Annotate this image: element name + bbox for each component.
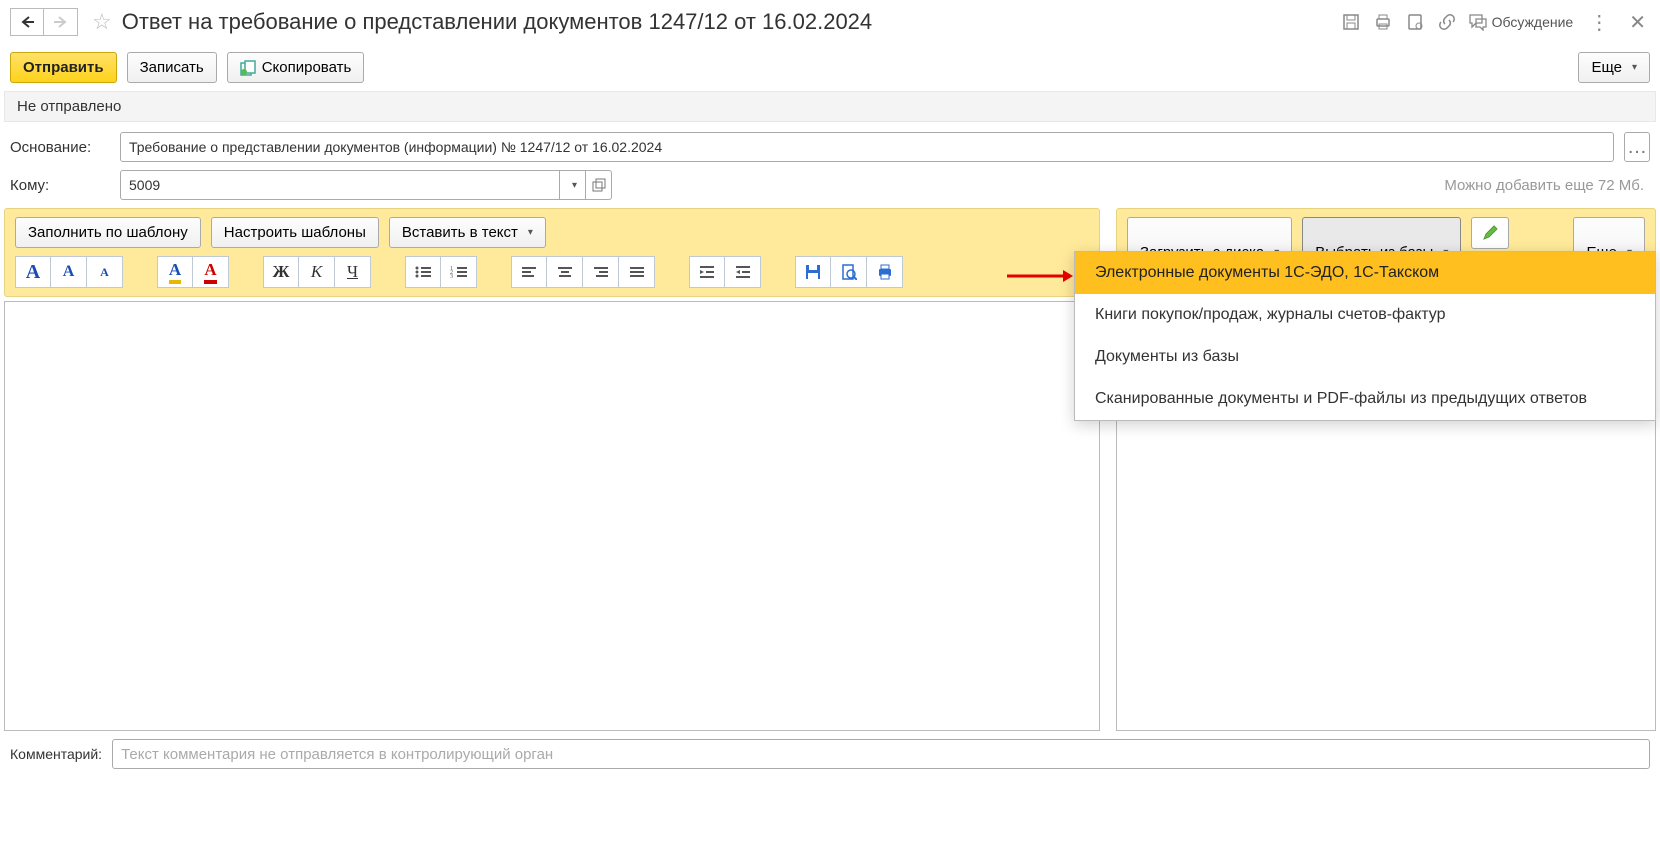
- dropdown-item-docs[interactable]: Документы из базы: [1075, 336, 1655, 378]
- to-value: 5009: [129, 177, 160, 193]
- attach-hint: Можно добавить еще 72 Мб.: [1444, 177, 1650, 194]
- font-small-button[interactable]: A: [87, 256, 123, 288]
- copy-label: Скопировать: [262, 59, 352, 76]
- indent-increase-button[interactable]: [689, 256, 725, 288]
- more-label: Еще: [1591, 59, 1622, 76]
- status-bar: Не отправлено: [4, 91, 1656, 122]
- indent-increase-icon: [699, 265, 715, 279]
- favorite-icon[interactable]: ☆: [92, 9, 112, 35]
- discussion-button[interactable]: Обсуждение: [1468, 13, 1574, 31]
- bullet-list-button[interactable]: [405, 256, 441, 288]
- text-editor[interactable]: [4, 301, 1100, 731]
- printer-icon: [877, 264, 893, 280]
- send-button[interactable]: Отправить: [10, 52, 117, 83]
- number-list-button[interactable]: 123: [441, 256, 477, 288]
- font-medium-button[interactable]: A: [51, 256, 87, 288]
- save-button[interactable]: Записать: [127, 52, 217, 83]
- basis-ellipsis-button[interactable]: …: [1624, 132, 1650, 162]
- basis-input[interactable]: Требование о представлении документов (и…: [120, 132, 1614, 162]
- editor-preview-button[interactable]: [831, 256, 867, 288]
- align-center-icon: [557, 266, 573, 278]
- copy-button[interactable]: Скопировать: [227, 52, 365, 83]
- dropdown-item-edo[interactable]: Электронные документы 1С-ЭДО, 1С-Такском: [1075, 252, 1655, 294]
- back-button[interactable]: [10, 8, 44, 36]
- bullet-list-icon: [414, 265, 432, 279]
- italic-button[interactable]: К: [299, 256, 335, 288]
- to-label: Кому:: [10, 177, 110, 194]
- comment-input[interactable]: [112, 739, 1650, 769]
- underline-button[interactable]: Ч: [335, 256, 371, 288]
- chat-icon: [1468, 13, 1488, 31]
- link-icon[interactable]: [1436, 11, 1458, 33]
- align-center-button[interactable]: [547, 256, 583, 288]
- page-title: Ответ на требование о представлении доку…: [122, 9, 1340, 35]
- kebab-menu[interactable]: ⋮: [1583, 10, 1615, 35]
- print-icon[interactable]: [1372, 11, 1394, 33]
- editor-print-button[interactable]: [867, 256, 903, 288]
- editor-save-button[interactable]: [795, 256, 831, 288]
- configure-templates-button[interactable]: Настроить шаблоны: [211, 217, 379, 248]
- indent-decrease-icon: [735, 265, 751, 279]
- insert-text-button[interactable]: Вставить в текст ▾: [389, 217, 546, 248]
- to-open-button[interactable]: [586, 170, 612, 200]
- align-justify-icon: [629, 266, 645, 278]
- forward-button[interactable]: [44, 8, 78, 36]
- caret-down-icon: ▾: [1632, 62, 1637, 73]
- to-dropdown-button[interactable]: ▾: [560, 170, 586, 200]
- fill-template-button[interactable]: Заполнить по шаблону: [15, 217, 201, 248]
- arrow-left-icon: [19, 15, 35, 29]
- copy-icon: [240, 60, 256, 76]
- more-button-top[interactable]: Еще ▾: [1578, 52, 1650, 83]
- select-from-base-dropdown: Электронные документы 1С-ЭДО, 1С-Такском…: [1074, 251, 1656, 421]
- magnifier-page-icon: [841, 264, 857, 280]
- caret-down-icon: ▾: [572, 180, 577, 191]
- align-right-button[interactable]: [583, 256, 619, 288]
- comment-label: Комментарий:: [10, 746, 102, 762]
- indent-decrease-button[interactable]: [725, 256, 761, 288]
- close-button[interactable]: ✕: [1625, 10, 1650, 35]
- insert-text-label: Вставить в текст: [402, 224, 518, 241]
- caret-down-icon: ▾: [528, 227, 533, 238]
- floppy-icon: [805, 264, 821, 280]
- number-list-icon: 123: [450, 265, 468, 279]
- basis-value: Требование о представлении документов (и…: [129, 139, 662, 155]
- font-color-button[interactable]: A: [193, 256, 229, 288]
- to-input[interactable]: 5009: [120, 170, 560, 200]
- edit-pencil-button[interactable]: [1471, 217, 1509, 249]
- bold-button[interactable]: Ж: [263, 256, 299, 288]
- font-large-button[interactable]: A: [15, 256, 51, 288]
- align-left-button[interactable]: [511, 256, 547, 288]
- dropdown-item-scans[interactable]: Сканированные документы и PDF-файлы из п…: [1075, 378, 1655, 420]
- save-file-icon[interactable]: [1340, 11, 1362, 33]
- arrow-right-icon: [53, 15, 69, 29]
- discussion-label: Обсуждение: [1492, 14, 1574, 30]
- svg-text:3: 3: [450, 274, 453, 279]
- basis-label: Основание:: [10, 139, 110, 156]
- align-left-icon: [521, 266, 537, 278]
- align-right-icon: [593, 266, 609, 278]
- pencil-icon: [1482, 225, 1498, 241]
- report-icon[interactable]: [1404, 11, 1426, 33]
- open-external-icon: [592, 178, 606, 192]
- align-justify-button[interactable]: [619, 256, 655, 288]
- highlight-color-button[interactable]: A: [157, 256, 193, 288]
- dropdown-item-books[interactable]: Книги покупок/продаж, журналы счетов-фак…: [1075, 294, 1655, 336]
